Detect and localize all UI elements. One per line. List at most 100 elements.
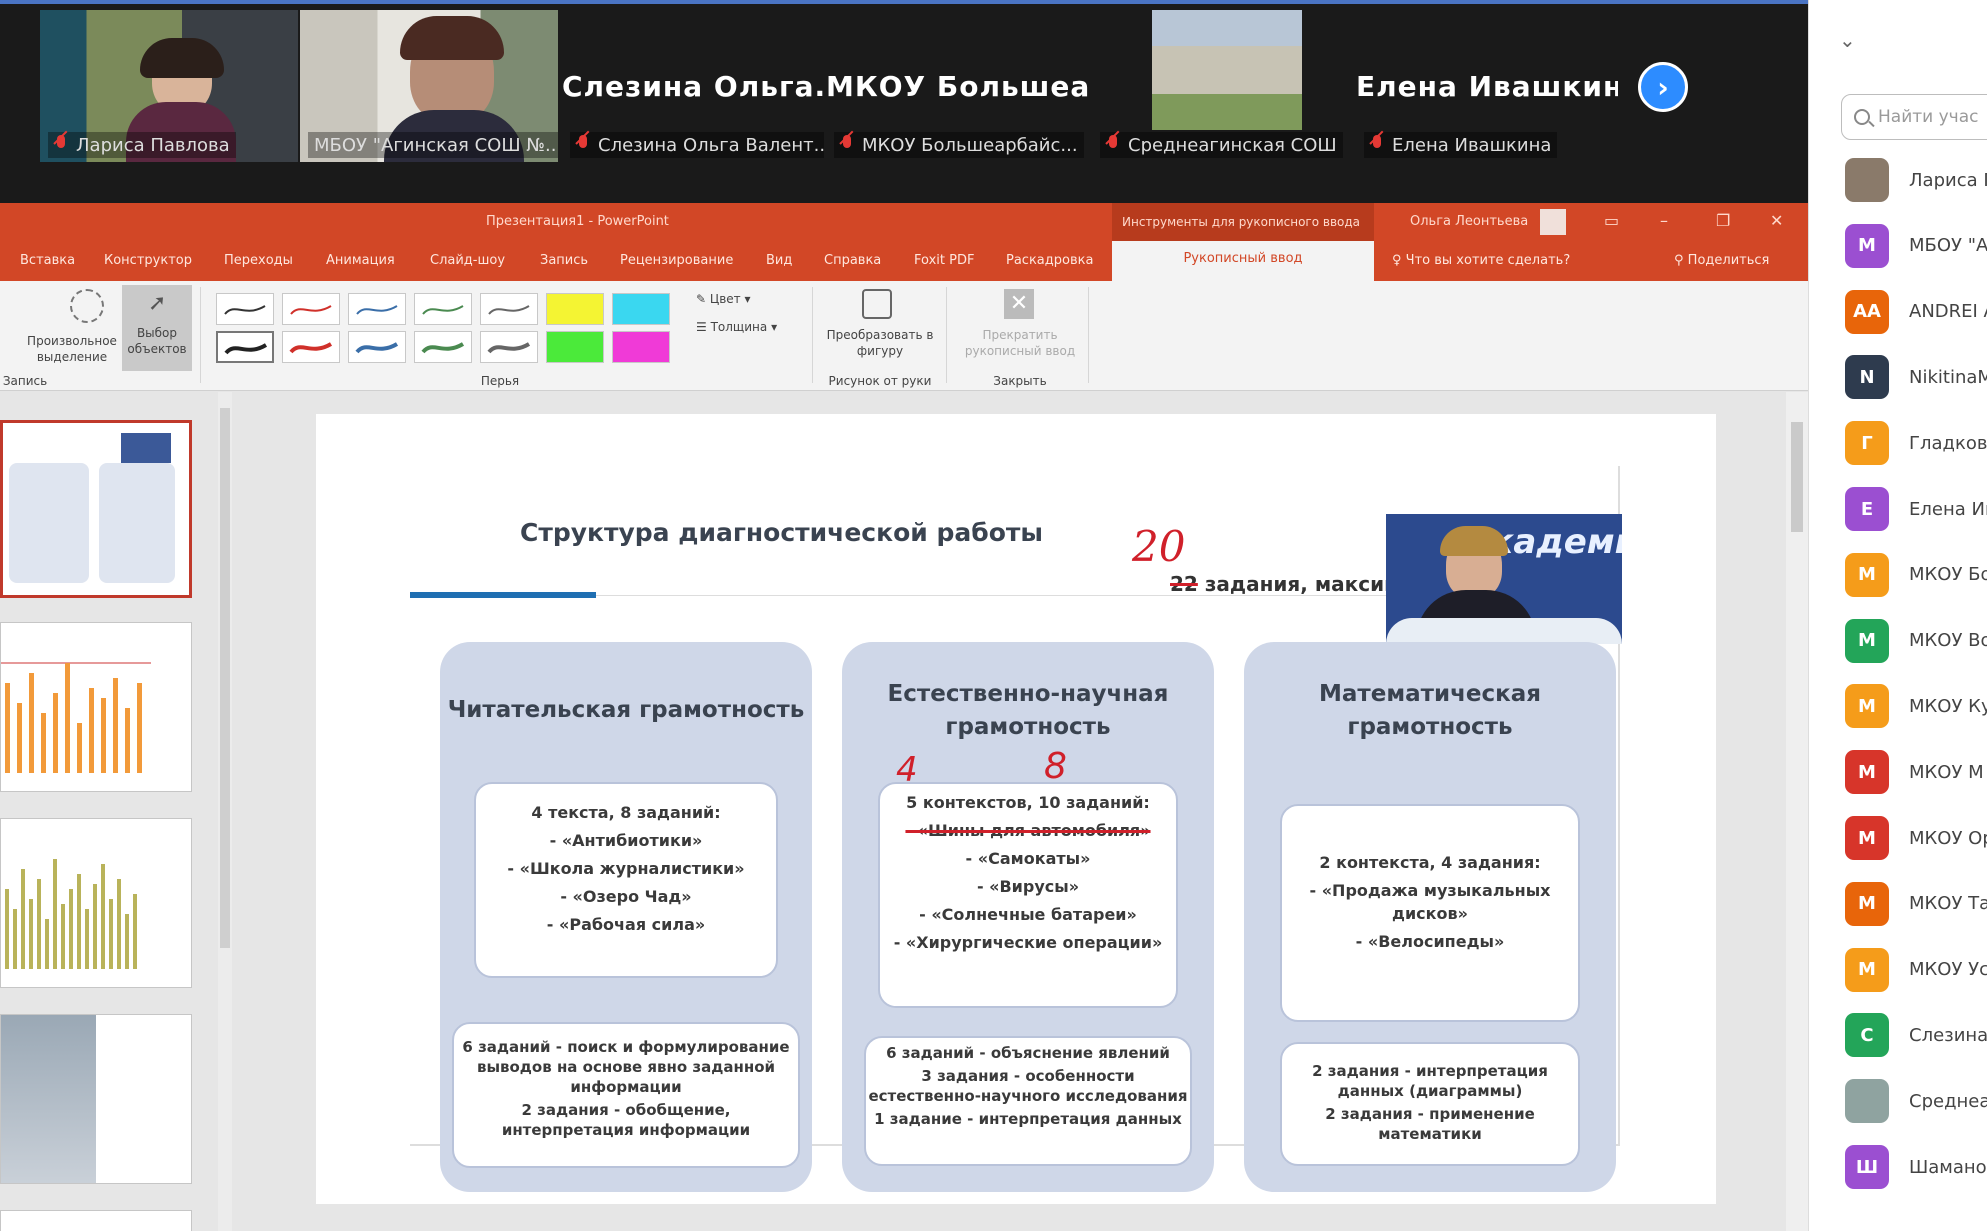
slide-thumbnail-2[interactable] (0, 622, 192, 792)
tab-help[interactable]: Справка (824, 253, 881, 268)
participant-row[interactable]: M МКОУ Ку (1845, 682, 1987, 730)
convert-to-shape-button[interactable]: Преобразовать в фигуру (822, 327, 938, 359)
column-science-literacy: Естественно-научная грамотность 4 8 5 ко… (842, 642, 1214, 1192)
pen-blue-thin[interactable] (348, 293, 406, 325)
slide-thumbnail-1[interactable] (0, 420, 192, 598)
participant-row[interactable]: Е Елена Ив (1845, 485, 1987, 533)
group-convert-label: Рисунок от руки (828, 374, 932, 388)
video-tile-2[interactable]: МБОУ "Агинская СОШ №... (300, 10, 558, 162)
participant-row[interactable]: M МКОУ Во (1845, 617, 1987, 665)
highlighter-green[interactable] (546, 331, 604, 363)
pen-gray-thick[interactable] (480, 331, 538, 363)
participant-avatar: M (1845, 684, 1889, 729)
tab-view[interactable]: Вид (766, 253, 792, 268)
user-name: Ольга Леонтьева (1410, 214, 1529, 229)
participant-row[interactable]: M МКОУ Та (1845, 880, 1987, 928)
tab-review[interactable]: Рецензирование (620, 253, 733, 268)
highlighter-yellow[interactable] (546, 293, 604, 325)
participant-name: Елена Ивашкина (1356, 70, 1618, 103)
participant-label: Елена Ивашкина (1364, 132, 1558, 158)
lasso-select-button[interactable]: Произвольное выделение (20, 333, 124, 365)
tab-foxit[interactable]: Foxit PDF (914, 253, 974, 268)
participant-row[interactable]: M МКОУ Бо (1845, 551, 1987, 599)
participant-row[interactable]: M МБОУ "А (1845, 222, 1987, 270)
pen-blue-thick[interactable] (348, 331, 406, 363)
thumbnails-scrollbar[interactable] (218, 392, 232, 1231)
participant-row[interactable]: M МКОУ Ор (1845, 814, 1987, 862)
chevron-down-icon[interactable]: ⌄ (1839, 28, 1856, 52)
participant-name: Лариса П (1909, 169, 1987, 191)
highlighter-magenta[interactable] (612, 331, 670, 363)
scroll-handle[interactable] (220, 408, 230, 948)
ink-color-button[interactable]: ✎ Цвет ▾ (696, 291, 751, 307)
pen-black-thin[interactable] (216, 293, 274, 325)
slide-thumbnail-3[interactable] (0, 818, 192, 988)
tab-record[interactable]: Запись (540, 253, 588, 268)
participant-row[interactable]: Г Гладкова (1845, 419, 1987, 467)
close-icon[interactable]: ✕ (1770, 211, 1783, 230)
current-slide[interactable]: Структура диагностической работы 20 22 з… (316, 414, 1716, 1204)
tab-insert[interactable]: Вставка (20, 253, 75, 268)
user-avatar[interactable] (1540, 209, 1566, 235)
contexts-box: 2 контекста, 4 задания: - «Продажа музык… (1280, 804, 1580, 1022)
participants-search-input[interactable]: Найти учас (1841, 94, 1987, 140)
participant-row[interactable]: N NikitinaM (1845, 353, 1987, 401)
struck-number: 22 (1170, 572, 1198, 596)
participant-row[interactable]: Среднеаг (1845, 1077, 1987, 1125)
shapes-icon (862, 289, 892, 319)
pen-green-thin[interactable] (414, 293, 472, 325)
tell-me-search[interactable]: ♀ Что вы хотите сделать? (1392, 253, 1570, 268)
participant-row[interactable]: AA ANDREI A (1845, 288, 1987, 336)
column-reading-literacy: Читательская грамотность 4 текста, 8 зад… (440, 642, 812, 1192)
participant-name: МКОУ Та (1909, 893, 1987, 915)
minimize-icon[interactable]: – (1660, 211, 1668, 230)
cursor-arrow-icon: ➚ (148, 291, 167, 316)
group-write-label: Запись (2, 374, 48, 388)
video-tile-1[interactable]: Лариса Павлова (40, 10, 298, 162)
pen-red-thick[interactable] (282, 331, 340, 363)
participant-row[interactable]: С Слезина (1845, 1011, 1987, 1059)
select-objects-button[interactable]: ➚ Выбор объектов (122, 285, 192, 371)
video-tile-4[interactable]: МКОУ Большеа... МКОУ Большеарбайс... (826, 10, 1088, 162)
pen-black-thick[interactable] (216, 331, 274, 363)
participant-avatar: Ш (1845, 1145, 1889, 1189)
participant-name: Гладкова (1909, 432, 1987, 454)
ink-thickness-button[interactable]: ☰ Толщина ▾ (696, 319, 777, 335)
pen-green-thick[interactable] (414, 331, 472, 363)
video-tile-3[interactable]: Слезина Ольга... Слезина Ольга Валент... (562, 10, 824, 162)
scroll-handle[interactable] (1791, 422, 1803, 532)
tab-animation[interactable]: Анимация (326, 253, 395, 268)
participant-row[interactable]: Ш Шамано (1845, 1143, 1987, 1191)
participant-avatar: N (1845, 355, 1889, 400)
tab-slideshow[interactable]: Слайд-шоу (430, 253, 505, 268)
video-tile-6[interactable]: Елена Ивашкина Елена Ивашкина (1356, 10, 1618, 162)
thumbnail-bar-chart (1, 662, 151, 773)
participant-name: Среднеаг (1909, 1090, 1987, 1112)
share-button[interactable]: ⚲ Поделиться (1674, 253, 1769, 268)
tab-transitions[interactable]: Переходы (224, 253, 293, 268)
slide-thumbnail-4[interactable] (0, 1014, 192, 1184)
participant-row[interactable]: M МКОУ М (1845, 748, 1984, 796)
next-page-arrow-icon[interactable]: › (1638, 62, 1688, 112)
participant-name: Слезина (1909, 1024, 1987, 1046)
participant-row[interactable]: M МКОУ Ус (1845, 946, 1987, 994)
video-tile-5[interactable]: Среднеагинская СОШ (1092, 10, 1354, 162)
tab-design[interactable]: Конструктор (104, 253, 192, 268)
participant-name: Слезина Ольга... (562, 70, 824, 103)
stop-inking-button[interactable]: Прекратить рукописный ввод (958, 327, 1082, 359)
pen-gray-thin[interactable] (480, 293, 538, 325)
participant-name: МКОУ Большеа... (826, 70, 1088, 103)
participant-label: МБОУ "Агинская СОШ №... (308, 132, 558, 158)
highlighter-cyan[interactable] (612, 293, 670, 325)
slide-scrollbar[interactable] (1786, 392, 1808, 1231)
mic-muted-icon (1370, 135, 1384, 155)
ribbon-display-icon[interactable]: ▭ (1604, 211, 1619, 230)
slide-thumbnail-5[interactable] (0, 1210, 192, 1231)
participant-avatar: M (1845, 618, 1889, 663)
maximize-icon[interactable]: ❐ (1716, 211, 1730, 230)
tab-storyboard[interactable]: Раскадровка (1006, 253, 1093, 268)
tab-ink[interactable]: Рукописный ввод (1112, 241, 1374, 281)
participant-row[interactable]: Лариса П (1845, 156, 1987, 204)
pen-red-thin[interactable] (282, 293, 340, 325)
tasks-breakdown-box: 6 заданий - поиск и формулирование вывод… (452, 1022, 800, 1168)
